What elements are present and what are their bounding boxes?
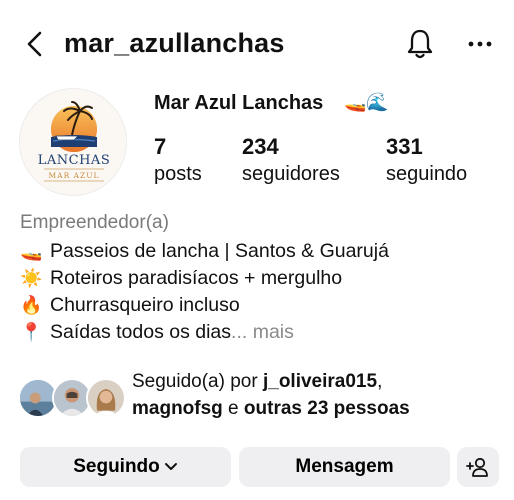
followed-by-separator: e [222,398,244,419]
stat-following[interactable]: 331 seguindo [386,134,467,188]
chevron-down-icon [164,462,177,470]
bio-line: 📍 Saídas todos os dias... mais [20,319,500,346]
stat-posts[interactable]: 7 posts [154,134,202,188]
stat-followers[interactable]: 234 seguidores [242,134,340,188]
follower-username[interactable]: j_oliveira015 [263,371,377,392]
bio-line: 🚤 Passeios de lancha | Santos & Guarujá [20,238,500,265]
profile-category: Empreendedor(a) [20,212,169,233]
more-icon[interactable] [467,32,493,56]
bio-more-link[interactable]: ... mais [231,321,294,343]
logo-wordmark: LANCHAS [38,153,110,168]
follower-username[interactable]: magnofsg [132,398,223,419]
followed-by-separator: , [377,371,383,392]
stat-posts-label: posts [154,163,202,185]
lanchas-mar-azul-logo: LANCHAS MAR AZUL [20,89,126,195]
display-name-emoji: 🚤🌊 [344,92,389,112]
bio-line: ☀️ Roteiros paradisíacos + mergulho [20,265,500,292]
stat-following-label: seguindo [386,163,468,185]
stat-followers-value: 234 [242,134,279,159]
add-person-icon [466,457,488,477]
following-button[interactable]: Seguindo [20,447,231,487]
stat-followers-label: seguidores [242,163,340,185]
stat-following-value: 331 [386,134,423,159]
bio-line: 🔥 Churrasqueiro incluso [20,292,500,319]
speedboat-icon: 🚤 [20,241,43,261]
message-button-label: Mensagem [295,456,394,477]
bell-icon[interactable] [405,27,435,61]
bio-text: Saídas todos os dias [50,321,232,343]
stat-posts-value: 7 [154,134,167,159]
followed-by-others[interactable]: outras 23 pessoas [244,398,410,419]
followed-by-prefix: Seguido(a) por [132,371,263,392]
logo-subwordmark: MAR AZUL [48,171,99,180]
message-button[interactable]: Mensagem [239,447,450,487]
fire-icon: 🔥 [20,295,43,315]
top-bar: mar_azullanchas [0,18,514,70]
sun-icon: ☀️ [20,268,43,288]
pin-icon: 📍 [20,322,43,342]
back-arrow-icon[interactable] [22,28,48,60]
followed-by-text: Seguido(a) por j_oliveira015, magnofsg e… [132,368,410,422]
profile-avatar[interactable]: LANCHAS MAR AZUL [19,88,127,196]
following-button-label: Seguindo [73,456,160,477]
suggest-people-button[interactable] [457,447,499,487]
profile-display-name: Mar Azul Lanchas [154,92,324,114]
profile-username: mar_azullanchas [64,28,285,58]
bio-text: Passeios de lancha | Santos & Guarujá [50,240,389,262]
followed-by-section[interactable]: Seguido(a) por j_oliveira015, magnofsg e… [18,368,498,428]
profile-bio: 🚤 Passeios de lancha | Santos & Guarujá ☀… [20,238,500,346]
bio-text: Churrasqueiro incluso [50,294,240,316]
follower-avatar [86,378,126,418]
bio-text: Roteiros paradisíacos + mergulho [50,267,343,289]
